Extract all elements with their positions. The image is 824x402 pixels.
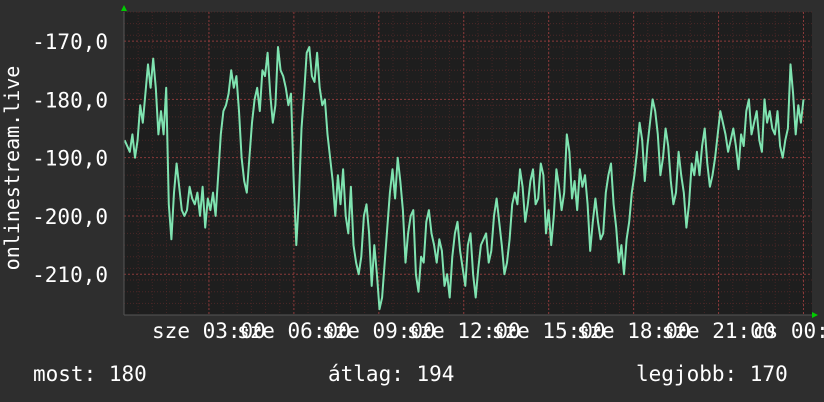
x-tick-label: cs 00:00 [753, 319, 824, 343]
y-tick-label: -200,0 [32, 205, 108, 229]
stat-current: most: 180 [33, 362, 147, 386]
x-axis-arrow [812, 312, 818, 318]
y-tick-labels: -170,0 -180,0 -190,0 -200,0 -210,0 [32, 30, 108, 287]
plot-area [124, 12, 812, 315]
y-axis-title: onlinestream.live [0, 66, 24, 271]
stat-average: átlag: 194 [328, 362, 455, 386]
line-chart: -170,0 -180,0 -190,0 -200,0 -210,0 sze 03:00… [0, 5, 824, 343]
y-tick-label: -210,0 [32, 263, 108, 287]
y-tick-label: -190,0 [32, 147, 108, 171]
stat-best: legjobb: 170 [636, 362, 788, 386]
y-tick-label: -170,0 [32, 30, 108, 54]
chart-panel: -170,0 -180,0 -190,0 -200,0 -210,0 sze 03:00… [0, 0, 824, 402]
y-tick-label: -180,0 [32, 88, 108, 112]
x-tick-labels: sze 03:00sze 06:00sze 09:00sze 12:00sze … [152, 319, 824, 343]
y-axis-arrow [121, 5, 127, 11]
